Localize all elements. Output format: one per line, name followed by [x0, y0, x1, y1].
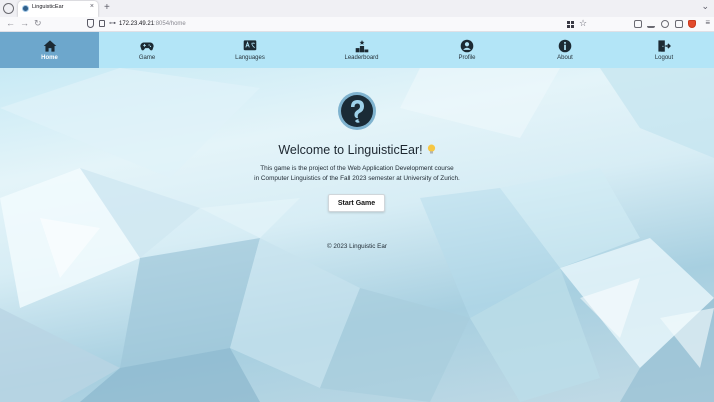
lightbulb-icon	[427, 144, 435, 154]
welcome-title: Welcome to LinguisticEar!	[0, 143, 714, 157]
nav-home-label: Home	[41, 55, 58, 61]
info-icon	[558, 39, 572, 53]
nav-about-label: About	[557, 55, 573, 61]
nav-logout-label: Logout	[654, 55, 674, 61]
linguisticear-logo	[338, 92, 376, 130]
browser-toolbar: ← → ↻ ⊶ 172.23.49.21:8054/home ☆ ≡	[0, 17, 714, 32]
nav-game-label: Game	[138, 55, 156, 61]
language-icon	[243, 40, 257, 51]
url-path: :8054/home	[154, 21, 186, 27]
url-text[interactable]: 172.23.49.21:8054/home	[119, 21, 186, 27]
connection-icon[interactable]: ⊶	[109, 19, 116, 27]
logout-icon	[658, 40, 671, 52]
podium-icon	[355, 40, 368, 53]
tab-list-icon[interactable]	[3, 3, 14, 14]
start-game-button[interactable]: Start Game	[328, 194, 385, 212]
nav-home[interactable]: Home	[0, 32, 99, 68]
welcome-text: Welcome to LinguisticEar!	[278, 143, 423, 157]
home-icon	[43, 40, 56, 52]
new-tab-button[interactable]: +	[104, 2, 110, 13]
browser-tab[interactable]: LinguisticEar ×	[18, 1, 98, 17]
intro-line-1: This game is the project of the Web Appl…	[260, 165, 454, 172]
nav-logout[interactable]: Logout	[614, 32, 714, 68]
qr-code-icon[interactable]	[567, 21, 574, 28]
nav-leaderboard-label: Leaderboard	[344, 55, 379, 61]
nav-about[interactable]: About	[516, 32, 614, 68]
brave-shield-icon[interactable]	[688, 20, 696, 28]
nav-leaderboard[interactable]: Leaderboard	[305, 32, 418, 68]
chevron-down-icon[interactable]: ⌄	[701, 1, 709, 12]
forward-icon[interactable]: →	[20, 18, 29, 28]
nav-languages-label: Languages	[235, 55, 265, 61]
nav-game[interactable]: Game	[99, 32, 195, 68]
nav-languages[interactable]: Languages	[195, 32, 305, 68]
nav-profile[interactable]: Profile	[418, 32, 516, 68]
close-tab-icon[interactable]: ×	[90, 3, 94, 10]
extensions-icon[interactable]	[675, 20, 683, 28]
intro-line-2: in Computer Linguistics of the Fall 2023…	[254, 175, 460, 182]
account-icon[interactable]	[661, 20, 669, 28]
back-icon[interactable]: ←	[6, 18, 15, 28]
bookmark-star-icon[interactable]: ☆	[579, 18, 587, 29]
reload-icon[interactable]: ↻	[34, 18, 42, 29]
download-icon[interactable]	[647, 20, 655, 28]
gamepad-icon	[140, 42, 154, 51]
browser-tab-strip: LinguisticEar × + ⌄	[0, 0, 714, 17]
intro-text: This game is the project of the Web Appl…	[0, 164, 714, 184]
url-host: 172.23.49.21	[119, 21, 155, 27]
user-icon	[460, 39, 474, 53]
nav-profile-label: Profile	[458, 55, 476, 61]
pocket-icon[interactable]	[634, 20, 642, 28]
main-content: Welcome to LinguisticEar! This game is t…	[0, 68, 714, 402]
favicon-icon	[22, 5, 29, 12]
site-navigation: Home Game Languages Leaderboard Profile …	[0, 32, 714, 68]
url-bar[interactable]: ⊶ 172.23.49.21:8054/home ☆	[84, 18, 594, 31]
lock-icon[interactable]	[99, 20, 105, 27]
tab-title: LinguisticEar	[32, 4, 64, 10]
menu-icon[interactable]: ≡	[705, 18, 710, 27]
footer-copyright: © 2023 Linguistic Ear	[327, 243, 387, 250]
tracking-shield-icon[interactable]	[87, 19, 94, 28]
